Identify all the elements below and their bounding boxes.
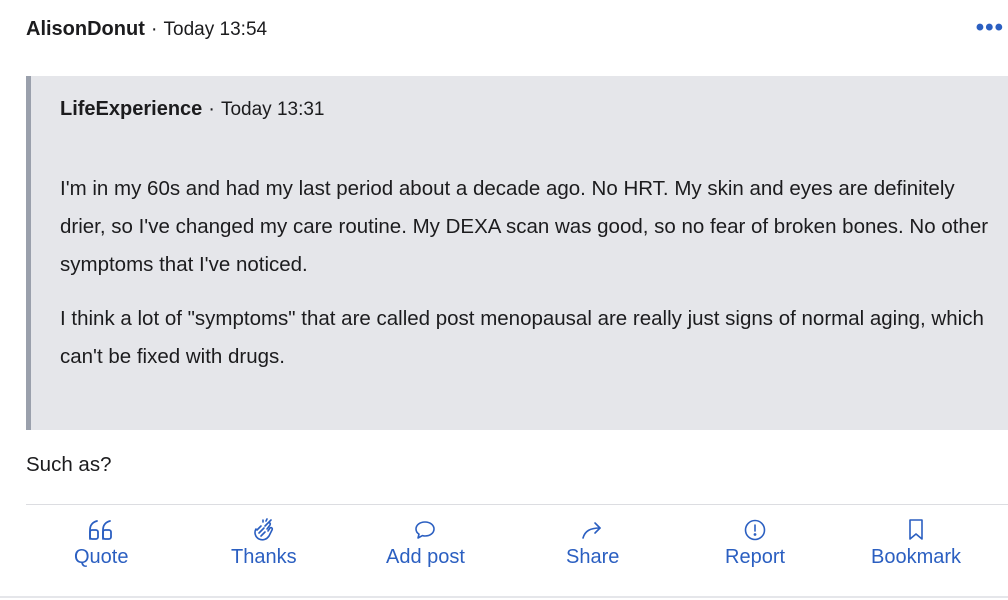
quote-time[interactable]: Today 13:31 <box>221 99 325 121</box>
report-label: Report <box>725 546 786 568</box>
quote-author[interactable]: LifeExperience <box>60 98 202 121</box>
post-time[interactable]: Today 13:54 <box>164 19 268 41</box>
thanks-button[interactable]: Thanks <box>231 518 297 569</box>
action-bar: Quote Thanks Add post Share Report Bookm… <box>26 518 1008 582</box>
quote-header: LifeExperience · Today 13:31 <box>60 98 325 121</box>
post: AlisonDonut · Today 13:54 ••• LifeExperi… <box>0 0 1008 600</box>
exclamation-circle-icon <box>743 518 767 542</box>
quote-paragraph: I think a lot of "symptoms" that are cal… <box>60 307 984 368</box>
clapping-hands-icon <box>251 518 277 542</box>
add-post-label: Add post <box>386 546 465 568</box>
speech-bubble-icon <box>413 518 437 542</box>
quoted-post: LifeExperience · Today 13:31 I'm in my 6… <box>26 76 1008 430</box>
more-options-icon[interactable]: ••• <box>976 14 1004 42</box>
quote-button[interactable]: Quote <box>74 518 128 569</box>
quote-icon <box>87 518 115 542</box>
quote-separator: · <box>208 98 215 120</box>
share-arrow-icon <box>580 518 606 542</box>
quote-paragraph: I'm in my 60s and had my last period abo… <box>60 177 989 276</box>
report-button[interactable]: Report <box>725 518 785 569</box>
bookmark-label: Bookmark <box>871 546 962 568</box>
reply-text: Such as? <box>26 453 112 476</box>
post-header: AlisonDonut · Today 13:54 <box>26 18 267 41</box>
bookmark-icon <box>906 518 926 542</box>
bookmark-button[interactable]: Bookmark <box>871 518 961 569</box>
quote-label: Quote <box>74 546 129 568</box>
bottom-border <box>0 596 1008 598</box>
add-post-button[interactable]: Add post <box>386 518 465 569</box>
header-separator: · <box>150 18 158 40</box>
share-label: Share <box>566 546 620 568</box>
divider <box>26 504 1008 505</box>
share-button[interactable]: Share <box>566 518 619 569</box>
thanks-label: Thanks <box>231 546 297 568</box>
quote-body: I'm in my 60s and had my last period abo… <box>60 170 990 376</box>
post-author[interactable]: AlisonDonut <box>26 18 145 41</box>
